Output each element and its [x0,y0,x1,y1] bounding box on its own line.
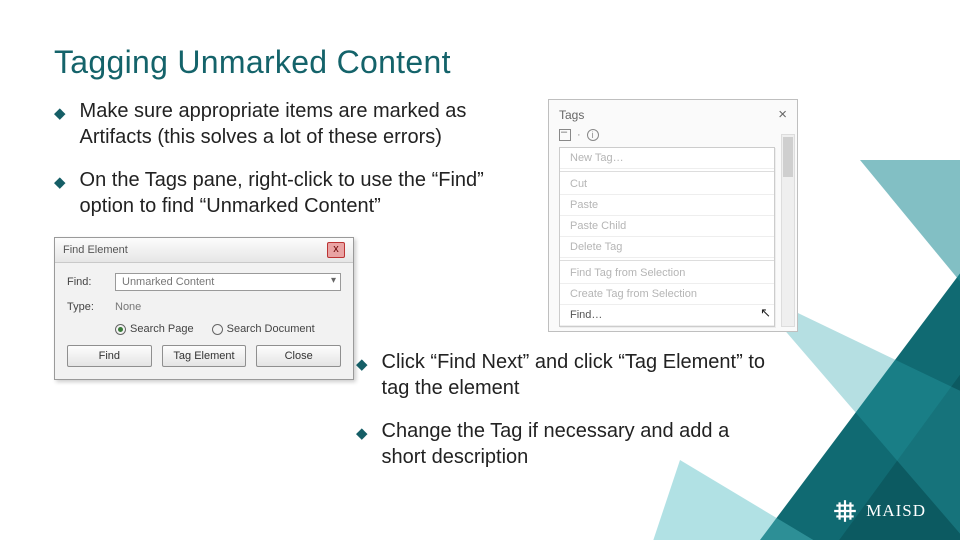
bullet-text: Make sure appropriate items are marked a… [80,99,524,150]
collapse-icon[interactable] [559,129,571,141]
close-button[interactable]: Close [256,345,341,367]
radio-search-document[interactable]: Search Document [212,323,315,335]
bullet-item: ◆ Change the Tag if necessary and add a … [356,419,771,470]
tags-toolbar: · i [549,127,797,147]
bullet-item: ◆ Click “Find Next” and click “Tag Eleme… [356,350,771,401]
bullet-text: On the Tags pane, right-click to use the… [80,168,524,219]
find-label: Find: [67,276,105,288]
bullet-item: ◆ On the Tags pane, right-click to use t… [54,168,524,219]
scrollbar-thumb[interactable] [783,137,793,177]
find-combobox[interactable]: Unmarked Content [115,273,341,291]
find-button[interactable]: Find [67,345,152,367]
menu-item-create-from-selection[interactable]: Create Tag from Selection [560,284,774,305]
menu-item-new-tag[interactable]: New Tag… [560,148,774,169]
scrollbar[interactable] [781,134,795,327]
left-bullet-list: ◆ Make sure appropriate items are marked… [54,99,524,219]
bullet-icon: ◆ [356,355,368,401]
tags-panel-title: Tags [559,108,584,122]
dialog-title: Find Element [63,244,128,256]
bullet-icon: ◆ [356,424,368,470]
tag-element-button[interactable]: Tag Element [162,345,247,367]
type-value: None [115,301,141,313]
context-menu: New Tag… Cut Paste Paste Child Delete Ta… [559,147,775,327]
info-icon[interactable]: i [587,129,599,141]
toolbar-separator: · [577,129,581,141]
dialog-titlebar: Find Element x [55,238,353,263]
menu-item-paste[interactable]: Paste [560,195,774,216]
radio-search-page[interactable]: Search Page [115,323,194,335]
bullet-text: Click “Find Next” and click “Tag Element… [382,350,771,401]
dialog-close-button[interactable]: x [327,242,345,258]
bullet-icon: ◆ [54,104,66,150]
bullet-icon: ◆ [54,173,66,219]
menu-item-paste-child[interactable]: Paste Child [560,216,774,237]
logo-mark-icon [832,498,858,524]
slide-title: Tagging Unmarked Content [54,44,906,81]
logo: MAISD [832,498,926,524]
right-bullet-list: ◆ Click “Find Next” and click “Tag Eleme… [356,350,771,470]
logo-text: MAISD [866,501,926,521]
cursor-icon: ↖ [760,305,771,321]
menu-item-delete-tag[interactable]: Delete Tag [560,237,774,258]
bullet-text: Change the Tag if necessary and add a sh… [382,419,771,470]
menu-item-find-from-selection[interactable]: Find Tag from Selection [560,263,774,284]
menu-item-cut[interactable]: Cut [560,174,774,195]
tags-panel-close-icon[interactable]: × [778,106,787,123]
bullet-item: ◆ Make sure appropriate items are marked… [54,99,524,150]
find-element-dialog: Find Element x Find: Unmarked Content Ty… [54,237,354,380]
type-label: Type: [67,301,105,313]
menu-item-find[interactable]: Find… [560,305,774,326]
tags-panel: Tags × · i New Tag… Cut Paste Paste Chil… [548,99,798,332]
